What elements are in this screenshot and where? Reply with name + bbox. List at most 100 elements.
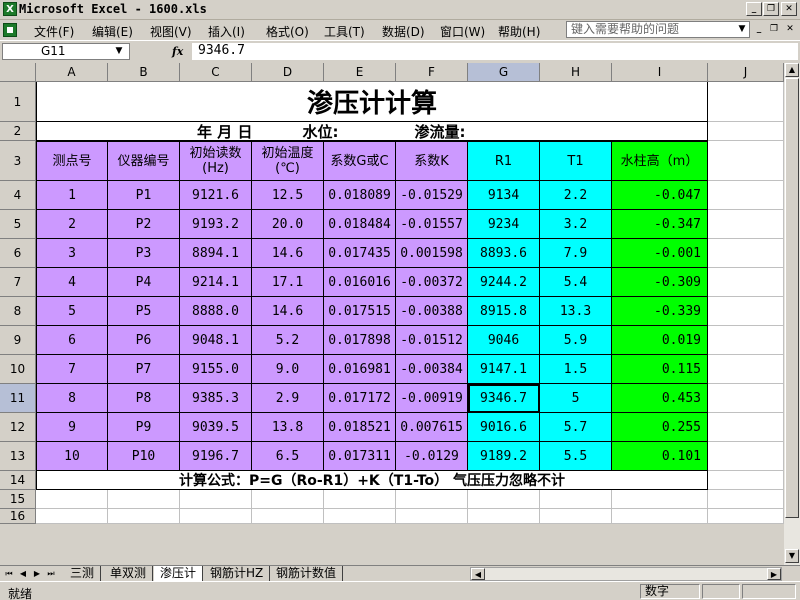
doc-minimize-button[interactable]: _ xyxy=(752,22,766,36)
table-cell[interactable]: -0.001 xyxy=(612,239,708,268)
table-cell[interactable]: P3 xyxy=(108,239,180,268)
table-cell[interactable]: 17.1 xyxy=(252,268,324,297)
column-header-j[interactable]: J xyxy=(708,63,784,82)
close-button[interactable]: ✕ xyxy=(781,2,797,16)
menu-data[interactable]: 数据(D) xyxy=(382,23,425,40)
table-cell[interactable]: 9046 xyxy=(468,326,540,355)
table-cell[interactable]: 4 xyxy=(36,268,108,297)
table-cell[interactable]: 5.7 xyxy=(540,413,612,442)
name-box[interactable]: G11 xyxy=(2,43,130,60)
table-cell[interactable]: -0.01512 xyxy=(396,326,468,355)
next-sheet-icon[interactable]: ▶ xyxy=(31,567,43,580)
column-header-a[interactable]: A xyxy=(36,63,108,82)
table-cell[interactable]: 8 xyxy=(36,384,108,413)
table-cell[interactable]: -0.00384 xyxy=(396,355,468,384)
table-cell[interactable]: 0.017311 xyxy=(324,442,396,471)
doc-close-button[interactable]: ✕ xyxy=(783,22,797,36)
first-sheet-icon[interactable]: ⏮ xyxy=(3,567,15,580)
table-cell[interactable]: 20.0 xyxy=(252,210,324,239)
table-cell[interactable]: 7.9 xyxy=(540,239,612,268)
scroll-down-icon[interactable]: ▼ xyxy=(785,549,799,563)
table-cell[interactable]: 9.0 xyxy=(252,355,324,384)
column-header-h[interactable]: H xyxy=(540,63,612,82)
table-cell[interactable]: -0.0129 xyxy=(396,442,468,471)
column-header-c[interactable]: C xyxy=(180,63,252,82)
row-header-1[interactable]: 1 xyxy=(0,82,36,122)
scroll-up-icon[interactable]: ▲ xyxy=(785,63,799,77)
table-cell[interactable]: -0.00919 xyxy=(396,384,468,413)
table-cell[interactable]: 3.2 xyxy=(540,210,612,239)
table-cell[interactable]: 0.019 xyxy=(612,326,708,355)
table-header-8[interactable]: T1 xyxy=(540,141,612,181)
scroll-thumb[interactable] xyxy=(785,78,799,518)
menu-insert[interactable]: 插入(I) xyxy=(208,23,245,40)
table-cell[interactable]: 9196.7 xyxy=(180,442,252,471)
menu-view[interactable]: 视图(V) xyxy=(150,23,192,40)
table-cell[interactable]: 1.5 xyxy=(540,355,612,384)
table-cell[interactable]: 5.4 xyxy=(540,268,612,297)
table-cell[interactable]: P5 xyxy=(108,297,180,326)
menu-help[interactable]: 帮助(H) xyxy=(498,23,540,40)
table-cell[interactable]: 2 xyxy=(36,210,108,239)
table-cell[interactable]: 5.9 xyxy=(540,326,612,355)
table-cell[interactable]: 12.5 xyxy=(252,181,324,210)
tab-sheet-1[interactable]: 三测 xyxy=(64,566,102,581)
table-cell[interactable]: P10 xyxy=(108,442,180,471)
table-cell[interactable]: -0.047 xyxy=(612,181,708,210)
table-cell[interactable]: 0.115 xyxy=(612,355,708,384)
excel-icon[interactable]: X xyxy=(3,2,17,16)
table-cell[interactable]: -0.01557 xyxy=(396,210,468,239)
row-header-4[interactable]: 4 xyxy=(0,181,36,210)
table-cell[interactable]: 8915.8 xyxy=(468,297,540,326)
table-cell[interactable]: 9048.1 xyxy=(180,326,252,355)
row-header-10[interactable]: 10 xyxy=(0,355,36,384)
table-cell[interactable]: 0.017172 xyxy=(324,384,396,413)
prev-sheet-icon[interactable]: ◀ xyxy=(17,567,29,580)
row-header-13[interactable]: 13 xyxy=(0,442,36,471)
tab-sheet-2[interactable]: 单双测 xyxy=(104,566,154,581)
table-header-4[interactable]: 初始温度 (℃) xyxy=(252,141,324,181)
row-header-12[interactable]: 12 xyxy=(0,413,36,442)
table-cell[interactable]: 0.255 xyxy=(612,413,708,442)
table-cell[interactable]: P6 xyxy=(108,326,180,355)
column-header-b[interactable]: B xyxy=(108,63,180,82)
scroll-left-icon[interactable]: ◀ xyxy=(471,568,485,580)
maximize-button[interactable]: ❐ xyxy=(763,2,779,16)
sheet-title[interactable]: 渗压计计算 xyxy=(36,82,708,122)
table-cell[interactable]: 0.017435 xyxy=(324,239,396,268)
column-header-i[interactable]: I xyxy=(612,63,708,82)
table-cell[interactable]: P9 xyxy=(108,413,180,442)
workbook-icon[interactable] xyxy=(3,23,17,37)
table-header-2[interactable]: 仪器编号 xyxy=(108,141,180,181)
chevron-down-icon[interactable]: ▼ xyxy=(112,44,126,59)
table-cell[interactable]: 9121.6 xyxy=(180,181,252,210)
table-cell[interactable]: -0.01529 xyxy=(396,181,468,210)
table-cell[interactable]: 0.016016 xyxy=(324,268,396,297)
table-header-7[interactable]: R1 xyxy=(468,141,540,181)
chevron-down-icon[interactable]: ▼ xyxy=(735,21,749,38)
row-header-2[interactable]: 2 xyxy=(0,122,36,141)
column-header-d[interactable]: D xyxy=(252,63,324,82)
table-cell[interactable]: P4 xyxy=(108,268,180,297)
table-cell[interactable]: -0.347 xyxy=(612,210,708,239)
table-cell[interactable]: 6.5 xyxy=(252,442,324,471)
table-header-9[interactable]: 水柱高（m） xyxy=(612,141,708,181)
table-cell[interactable]: 9147.1 xyxy=(468,355,540,384)
table-cell[interactable]: 7 xyxy=(36,355,108,384)
row-header-5[interactable]: 5 xyxy=(0,210,36,239)
table-cell[interactable]: -0.339 xyxy=(612,297,708,326)
table-cell[interactable]: 10 xyxy=(36,442,108,471)
table-cell[interactable]: 9244.2 xyxy=(468,268,540,297)
table-cell[interactable]: 3 xyxy=(36,239,108,268)
help-question-input[interactable]: 键入需要帮助的问题 xyxy=(566,21,750,38)
table-cell[interactable]: 8888.0 xyxy=(180,297,252,326)
menu-format[interactable]: 格式(O) xyxy=(266,23,309,40)
table-cell[interactable]: -0.309 xyxy=(612,268,708,297)
table-cell[interactable]: 0.017898 xyxy=(324,326,396,355)
table-cell[interactable]: 13.8 xyxy=(252,413,324,442)
table-cell[interactable]: 9214.1 xyxy=(180,268,252,297)
last-sheet-icon[interactable]: ⏭ xyxy=(45,567,57,580)
table-cell[interactable]: 8894.1 xyxy=(180,239,252,268)
row-header-3[interactable]: 3 xyxy=(0,141,36,181)
tab-sheet-4[interactable]: 钢筋计HZ xyxy=(204,566,271,581)
